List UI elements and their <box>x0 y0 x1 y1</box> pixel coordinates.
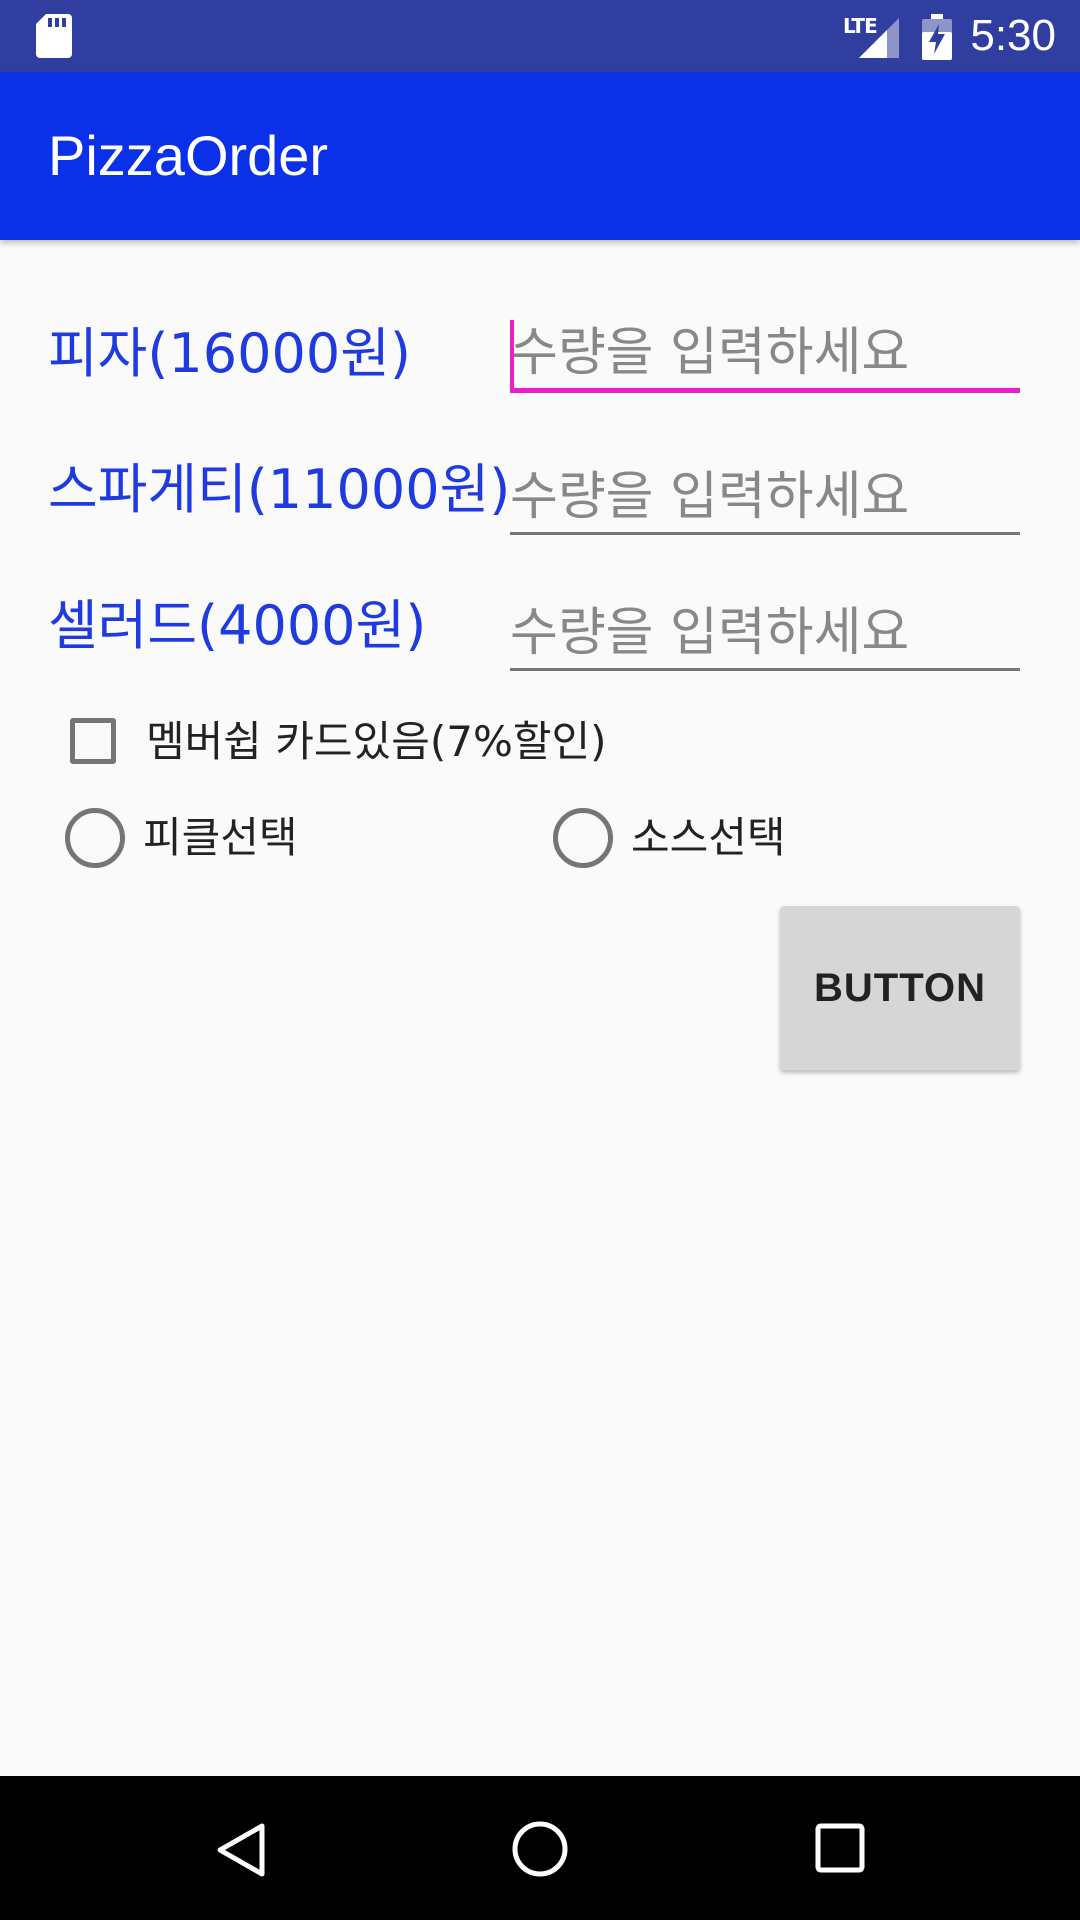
radio-circle[interactable] <box>553 808 613 868</box>
pizza-label: 피자(16000원) <box>48 322 411 385</box>
sauce-radio-label: 소스선택 <box>631 813 786 862</box>
spaghetti-quantity-field[interactable] <box>510 462 1020 535</box>
app-title: PizzaOrder <box>48 124 329 187</box>
network-type-label: LTE <box>843 14 878 38</box>
submit-button[interactable]: BUTTON <box>780 906 1020 1070</box>
sd-card-icon <box>36 14 72 58</box>
spaghetti-label: 스파게티(11000원) <box>48 458 511 521</box>
app-bar: PizzaOrder <box>0 72 1080 240</box>
back-icon[interactable] <box>212 1820 272 1880</box>
membership-checkbox-label: 멤버쉽 카드있음(7%할인) <box>146 717 607 766</box>
radio-circle[interactable] <box>65 808 125 868</box>
navigation-bar <box>0 1776 1080 1920</box>
salad-quantity-input[interactable] <box>510 598 1020 668</box>
battery-charging-icon <box>922 14 952 60</box>
spaghetti-quantity-input[interactable] <box>510 462 1020 532</box>
home-icon[interactable] <box>511 1820 569 1878</box>
pizza-quantity-field[interactable] <box>510 318 1020 393</box>
salad-label: 셀러드(4000원) <box>48 594 427 657</box>
pickle-radio-label: 피클선택 <box>143 813 298 862</box>
salad-quantity-field[interactable] <box>510 598 1020 671</box>
checkbox-box[interactable] <box>70 718 116 764</box>
recents-icon[interactable] <box>814 1822 866 1874</box>
status-bar: LTE 5:30 <box>0 0 1080 72</box>
status-time: 5:30 <box>970 11 1056 60</box>
pizza-quantity-input[interactable] <box>510 318 1020 388</box>
text-cursor <box>510 320 514 392</box>
